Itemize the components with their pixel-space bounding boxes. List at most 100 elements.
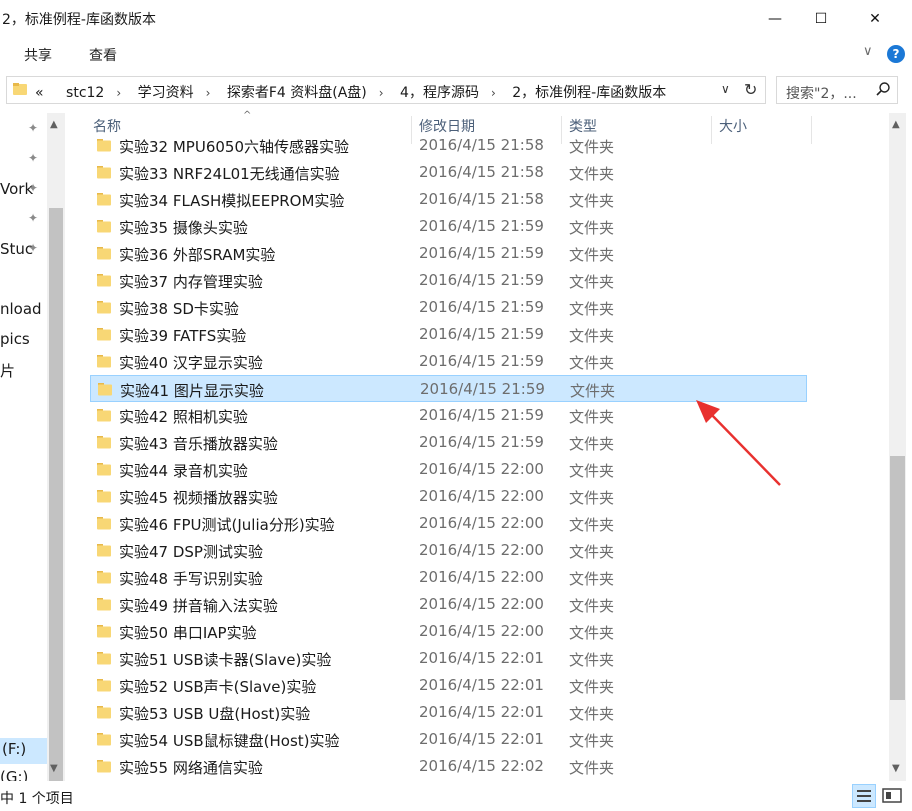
file-date: 2016/4/15 22:01 [419,730,544,748]
file-name: 实验49 拼音输入法实验 [119,597,278,615]
file-name: 实验41 图片显示实验 [120,382,264,400]
file-row[interactable]: 实验47 DSP测试实验 2016/4/15 22:00 文件夹 [90,537,807,564]
ribbon: 共享 查看 ∨ ? [0,38,912,70]
folder-icon [97,274,111,287]
folder-icon [97,355,111,368]
file-row[interactable]: 实验32 MPU6050六轴传感器实验 2016/4/15 21:58 文件夹 [90,134,807,159]
folder-icon [97,760,111,773]
file-date: 2016/4/15 21:59 [419,298,544,316]
scrollbar-thumb[interactable] [49,208,63,781]
file-row[interactable]: 实验40 汉字显示实验 2016/4/15 21:59 文件夹 [90,348,807,375]
nav-item-pictures[interactable]: pics [0,330,30,348]
folder-icon [97,706,111,719]
chevron-right-icon[interactable]: › [491,86,496,100]
file-type: 文件夹 [569,516,615,534]
search-icon[interactable] [875,81,891,97]
expand-ribbon-icon[interactable]: ∨ [863,44,873,59]
file-type: 文件夹 [569,219,615,237]
scroll-down-icon[interactable]: ▼ [50,763,58,774]
pin-icon: ✦ [28,211,39,225]
chevron-down-icon[interactable]: ∨ [721,82,730,96]
file-date: 2016/4/15 21:58 [419,190,544,208]
file-type: 文件夹 [569,543,615,561]
scroll-up-icon[interactable]: ▲ [50,119,58,130]
folder-icon [97,409,111,422]
maximize-button[interactable]: ☐ [798,0,844,38]
file-row[interactable]: 实验39 FATFS实验 2016/4/15 21:59 文件夹 [90,321,807,348]
window-title: 2，标准例程-库函数版本 [2,12,156,28]
chevron-right-icon[interactable]: › [379,86,384,100]
scrollbar-thumb[interactable] [890,456,905,700]
file-row[interactable]: 实验33 NRF24L01无线通信实验 2016/4/15 21:58 文件夹 [90,159,807,186]
file-date: 2016/4/15 22:01 [419,703,544,721]
folder-icon [97,598,111,611]
address-bar[interactable]: « stc12 › 学习资料 › 探索者F4 资料盘(A盘) › 4，程序源码 › 2，… [6,76,766,104]
file-row[interactable]: 实验52 USB声卡(Slave)实验 2016/4/15 22:01 文件夹 [90,672,807,699]
file-type: 文件夹 [569,705,615,723]
title-bar: 2，标准例程-库函数版本 — ☐ ✕ [0,0,912,38]
status-bar: 中 1 个项目 [0,781,912,811]
breadcrumb-item[interactable]: 4，程序源码 [400,82,479,102]
refresh-icon[interactable]: ↻ [744,80,757,99]
scroll-down-icon[interactable]: ▼ [892,763,900,774]
file-row[interactable]: 实验46 FPU测试(Julia分形)实验 2016/4/15 22:00 文件夹 [90,510,807,537]
file-type: 文件夹 [569,651,615,669]
file-row[interactable]: 实验36 外部SRAM实验 2016/4/15 21:59 文件夹 [90,240,807,267]
pin-icon: ✦ [28,121,39,135]
file-name: 实验34 FLASH模拟EEPROM实验 [119,192,345,210]
nav-scrollbar[interactable]: ▲ ▼ [47,113,65,781]
file-row[interactable]: 实验48 手写识别实验 2016/4/15 22:00 文件夹 [90,564,807,591]
breadcrumb-item[interactable]: 2，标准例程-库函数版本 [512,82,666,102]
navigation-pane: ✦ ✦ Vork ✦ ✦ Stuc ✦ nload pics 片 (F:) (G… [0,113,70,781]
file-type: 文件夹 [569,165,615,183]
nav-item-drive-g[interactable]: (G:) [0,768,28,781]
file-date: 2016/4/15 22:00 [419,568,544,586]
file-name: 实验40 汉字显示实验 [119,354,263,372]
file-date: 2016/4/15 22:01 [419,676,544,694]
chevron-right-icon[interactable]: › [206,86,211,100]
large-icons-view-button[interactable] [880,784,904,808]
folder-icon [97,301,111,314]
file-row[interactable]: 实验35 摄像头实验 2016/4/15 21:59 文件夹 [90,213,807,240]
help-icon[interactable]: ? [887,45,905,63]
close-button[interactable]: ✕ [852,0,898,38]
file-row[interactable]: 实验38 SD卡实验 2016/4/15 21:59 文件夹 [90,294,807,321]
breadcrumb-overflow[interactable]: « [35,85,44,101]
nav-item-drive-f[interactable]: (F:) [0,738,47,764]
file-list-scrollbar[interactable]: ▲ ▼ [889,113,906,781]
file-type: 文件夹 [569,327,615,345]
file-type: 文件夹 [569,192,615,210]
search-input[interactable]: 搜索"2，... [776,76,898,104]
file-row[interactable]: 实验55 网络通信实验 2016/4/15 22:02 文件夹 [90,753,807,780]
nav-item-images[interactable]: 片 [0,360,15,381]
tab-share[interactable]: 共享 [24,45,52,65]
breadcrumb-item[interactable]: stc12 [66,85,104,101]
scroll-up-icon[interactable]: ▲ [892,119,900,130]
file-row[interactable]: 实验49 拼音输入法实验 2016/4/15 22:00 文件夹 [90,591,807,618]
file-type: 文件夹 [569,732,615,750]
folder-icon [97,517,111,530]
breadcrumb-item[interactable]: 探索者F4 资料盘(A盘) [227,82,367,102]
file-name: 实验46 FPU测试(Julia分形)实验 [119,516,335,534]
breadcrumb-item[interactable]: 学习资料 [138,82,194,102]
folder-icon [97,166,111,179]
folder-icon [97,490,111,503]
file-row[interactable]: 实验53 USB U盘(Host)实验 2016/4/15 22:01 文件夹 [90,699,807,726]
folder-icon [97,328,111,341]
chevron-right-icon[interactable]: › [116,86,121,100]
minimize-button[interactable]: — [752,0,798,38]
nav-item-download[interactable]: nload [0,300,42,318]
file-name: 实验35 摄像头实验 [119,219,248,237]
minimize-icon: — [768,11,782,27]
file-row[interactable]: 实验34 FLASH模拟EEPROM实验 2016/4/15 21:58 文件夹 [90,186,807,213]
file-date: 2016/4/15 22:00 [419,514,544,532]
file-row[interactable]: 实验37 内存管理实验 2016/4/15 21:59 文件夹 [90,267,807,294]
file-name: 实验54 USB鼠标键盘(Host)实验 [119,732,340,750]
file-row[interactable]: 实验50 串口IAP实验 2016/4/15 22:00 文件夹 [90,618,807,645]
file-row[interactable]: 实验51 USB读卡器(Slave)实验 2016/4/15 22:01 文件夹 [90,645,807,672]
file-name: 实验47 DSP测试实验 [119,543,263,561]
tab-view[interactable]: 查看 [89,45,117,65]
file-row[interactable]: 实验54 USB鼠标键盘(Host)实验 2016/4/15 22:01 文件夹 [90,726,807,753]
details-view-button[interactable] [852,784,876,808]
file-type: 文件夹 [569,408,615,426]
